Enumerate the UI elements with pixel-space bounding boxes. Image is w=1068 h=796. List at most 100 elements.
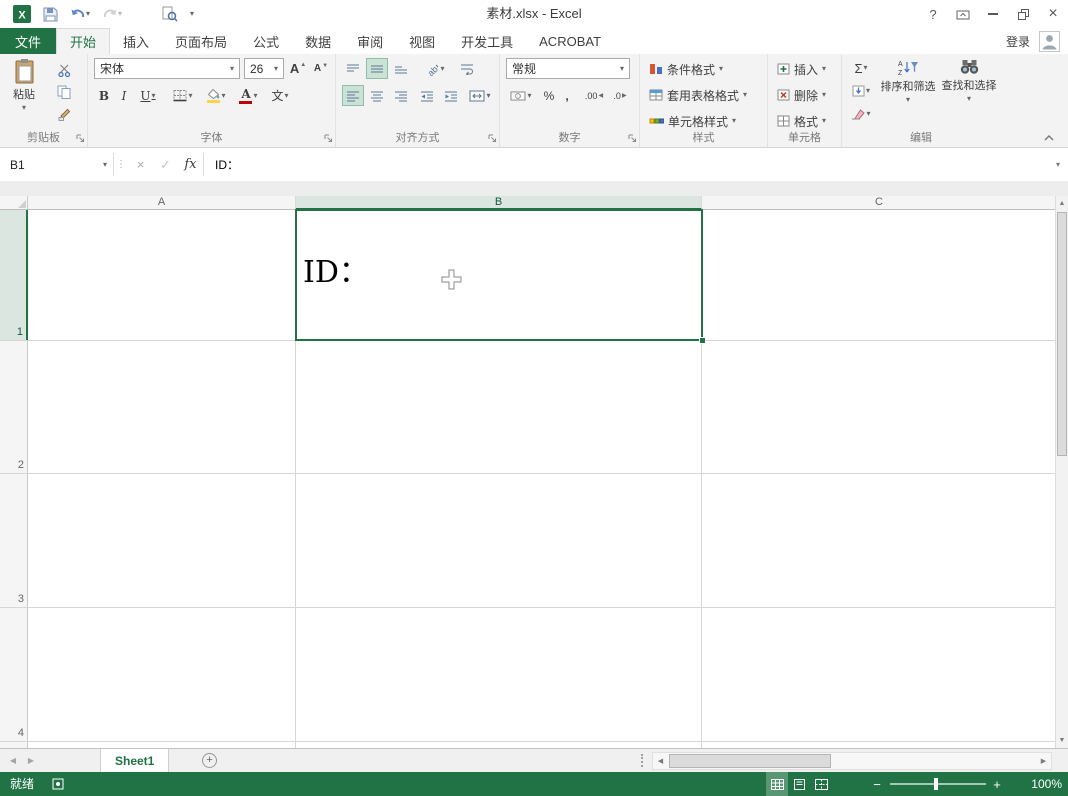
align-right-button[interactable] [390,85,412,106]
sort-filter-button[interactable]: AZ 排序和筛选 ▾ [878,56,938,132]
fill-button[interactable]: ▾ [846,81,876,101]
number-format-combo[interactable]: 常规 ▾ [506,58,630,79]
tab-review[interactable]: 审阅 [344,28,396,54]
increase-font-size-button[interactable]: A ▲ [287,58,309,79]
orientation-button[interactable]: ab ▾ [420,58,450,79]
align-middle-button[interactable] [366,58,388,79]
vertical-scrollbar-thumb[interactable] [1057,212,1067,456]
zoom-slider[interactable] [890,778,986,790]
maximize-button[interactable] [1008,0,1038,28]
new-sheet-button[interactable]: + [202,753,217,768]
qat-customize-button[interactable]: ▾ [184,3,200,25]
insert-function-button[interactable]: fx [178,152,203,177]
align-center-button[interactable] [366,85,388,106]
tab-data[interactable]: 数据 [292,28,344,54]
decrease-indent-button[interactable] [416,85,438,106]
sheet-tab-sheet1[interactable]: Sheet1 [100,749,170,772]
name-box[interactable]: B1 [3,152,97,177]
row-header-2[interactable]: 2 [0,340,28,473]
horizontal-scrollbar-thumb[interactable] [669,754,831,768]
font-color-button[interactable]: A ▾ [234,85,263,106]
column-header-b[interactable]: B [296,196,702,210]
align-left-button[interactable] [342,85,364,106]
autosum-dropdown-icon[interactable]: ▾ [864,64,868,72]
fill-color-dropdown-icon[interactable]: ▾ [221,91,225,100]
redo-button[interactable]: ▾ [96,3,128,25]
print-preview-button[interactable] [156,3,184,25]
tab-formulas[interactable]: 公式 [240,28,292,54]
copy-button[interactable] [52,81,76,102]
fill-color-button[interactable]: ▾ [201,85,231,106]
decrease-decimal-button[interactable]: .0 ▶ [608,85,632,106]
cancel-button[interactable]: × [128,152,153,177]
row-header-3[interactable]: 3 [0,473,28,607]
format-dropdown-icon[interactable]: ▾ [822,117,826,125]
conditional-formatting-button[interactable]: 条件格式 ▾ [642,58,723,80]
zoom-slider-thumb[interactable] [934,778,938,790]
font-size-dropdown-icon[interactable]: ▾ [269,64,283,73]
paste-button[interactable]: 粘贴 ▾ [2,56,46,132]
format-painter-button[interactable] [52,103,76,124]
borders-button[interactable]: ▾ [168,85,198,106]
excel-app-icon[interactable]: X [7,3,37,25]
collapse-ribbon-button[interactable] [1044,135,1054,141]
tab-file[interactable]: 文件 [0,28,57,54]
page-layout-view-button[interactable] [788,772,810,796]
tab-view[interactable]: 视图 [396,28,448,54]
vertical-scrollbar[interactable]: ▲ ▼ [1055,196,1068,748]
tab-home[interactable]: 开始 [56,28,111,54]
conditional-formatting-dropdown-icon[interactable]: ▾ [719,65,723,73]
scroll-right-icon[interactable]: ▶ [1036,753,1051,769]
ribbon-display-options-button[interactable] [948,0,978,28]
tab-scrollbar-splitter[interactable] [641,754,643,767]
number-dialog-launcher[interactable] [628,134,637,143]
zoom-in-button[interactable]: + [990,772,1004,796]
undo-button[interactable]: ▾ [64,3,96,25]
phonetic-guide-button[interactable]: 文 ▾ [266,85,294,106]
scroll-down-icon[interactable]: ▼ [1056,733,1068,748]
insert-dropdown-icon[interactable]: ▾ [822,65,826,73]
sort-filter-dropdown-icon[interactable]: ▾ [906,96,910,104]
font-dialog-launcher[interactable] [324,134,333,143]
format-as-table-dropdown-icon[interactable]: ▾ [743,91,747,99]
borders-dropdown-icon[interactable]: ▾ [188,91,192,100]
normal-view-button[interactable] [766,772,788,796]
zoom-out-button[interactable]: − [870,772,884,796]
help-button[interactable]: ? [918,0,948,28]
phonetic-dropdown-icon[interactable]: ▾ [285,91,289,100]
row-header-1[interactable]: 1 [0,210,28,340]
row-header-partial[interactable] [0,741,28,748]
format-as-table-button[interactable]: 套用表格格式 ▾ [642,84,747,106]
scroll-up-icon[interactable]: ▲ [1056,196,1068,211]
formula-bar-splitter[interactable]: ⋮ [114,159,128,170]
find-select-dropdown-icon[interactable]: ▾ [967,95,971,103]
accounting-dropdown-icon[interactable]: ▾ [527,91,531,100]
comma-style-button[interactable]: , [560,85,574,106]
previous-sheet-icon[interactable]: ◀ [4,749,22,772]
decrease-font-size-button[interactable]: A ▼ [310,58,332,79]
fill-handle[interactable] [699,337,706,344]
column-header-c[interactable]: C [702,196,1056,210]
underline-button[interactable]: U ▾ [134,85,162,106]
increase-indent-button[interactable] [440,85,462,106]
font-name-combo[interactable]: 宋体 ▾ [94,58,240,79]
percent-style-button[interactable]: % [540,85,558,106]
alignment-dialog-launcher[interactable] [488,134,497,143]
tab-developer[interactable]: 开发工具 [448,28,526,54]
name-box-dropdown-icon[interactable]: ▾ [97,152,113,177]
record-macro-icon[interactable] [52,778,64,790]
avatar[interactable] [1039,30,1060,52]
merge-dropdown-icon[interactable]: ▾ [486,91,490,100]
tab-acrobat[interactable]: ACROBAT [526,28,614,54]
zoom-level[interactable]: 100% [1031,772,1062,796]
redo-dropdown-icon[interactable]: ▾ [118,10,122,18]
underline-dropdown-icon[interactable]: ▾ [152,91,156,100]
autosum-button[interactable]: Σ ▾ [846,58,876,78]
cell-styles-dropdown-icon[interactable]: ▾ [732,117,736,125]
align-bottom-button[interactable] [390,58,412,79]
accounting-format-button[interactable]: ▾ [506,85,536,106]
select-all-button[interactable] [0,196,28,210]
align-top-button[interactable] [342,58,364,79]
horizontal-scrollbar[interactable]: ◀ ▶ [652,752,1052,770]
delete-dropdown-icon[interactable]: ▾ [822,91,826,99]
